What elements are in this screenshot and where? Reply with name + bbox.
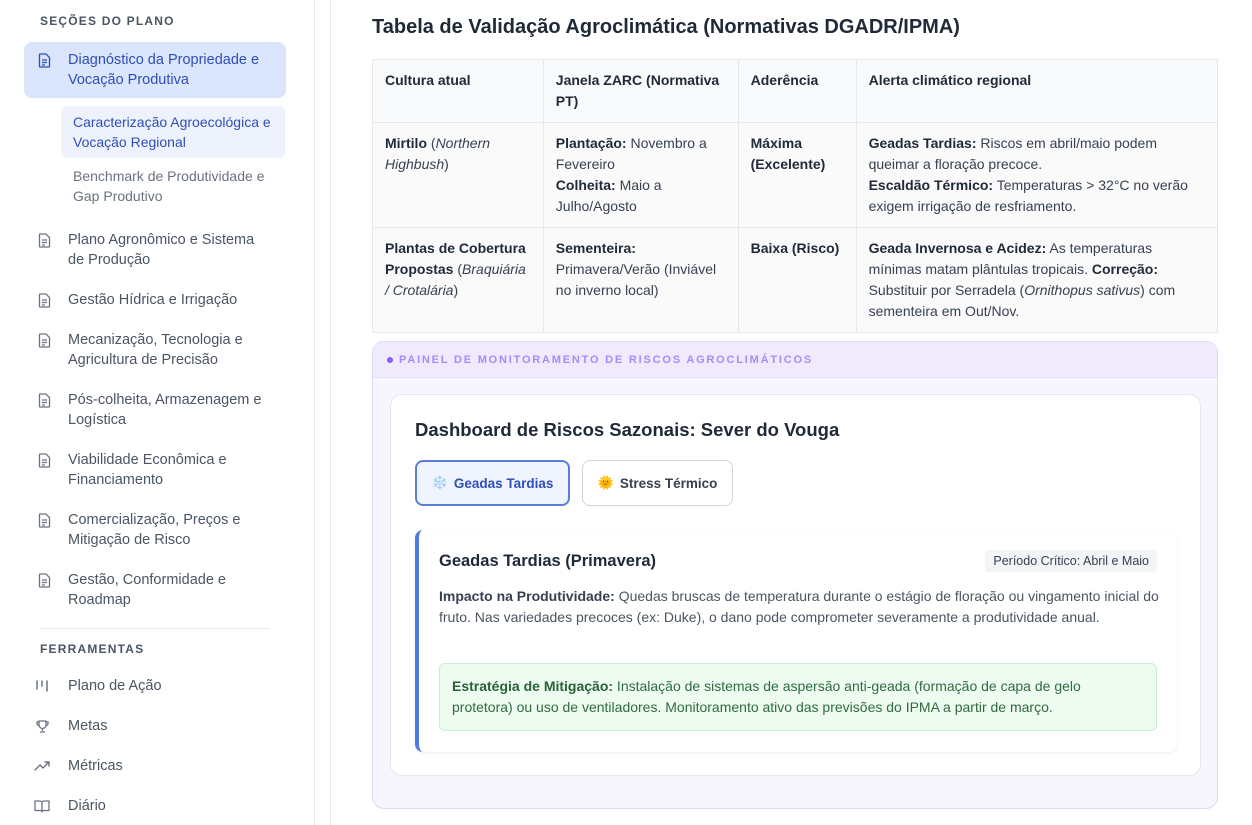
tool-metas[interactable]: Metas [34, 718, 108, 734]
document-icon [36, 510, 52, 530]
cell-cultura: Plantas de Cobertura Propostas (Braquiár… [372, 227, 544, 333]
panel-label: PAINEL DE MONITORAMENTO DE RISCOS AGROCL… [399, 354, 813, 366]
sidebar-item-gestao-hidrica[interactable]: Gestão Hídrica e Irrigação [24, 282, 286, 318]
sub-item-caracterizacao[interactable]: Caracterização Agroecológica e Vocação R… [61, 106, 285, 158]
mitigation-box: Estratégia de Mitigação: Instalação de s… [439, 663, 1157, 731]
sidebar-item-label: Comercialização, Preços e Mitigação de R… [68, 512, 241, 548]
tool-label: Métricas [68, 758, 123, 774]
cell-alerta: Geada Invernosa e Acidez: As temperatura… [855, 227, 1219, 333]
tab-geadas-tardias[interactable]: ❄️ Geadas Tardias [415, 460, 570, 506]
document-icon [36, 290, 52, 310]
document-icon [36, 450, 52, 470]
document-icon [36, 230, 52, 250]
header-aderencia: Aderência [737, 59, 857, 123]
document-icon [36, 330, 52, 350]
validation-table: Cultura atual Janela ZARC (Normativa PT)… [372, 59, 1219, 333]
dashboard-card: Dashboard de Riscos Sazonais: Sever do V… [390, 394, 1201, 776]
sidebar-item-label: Viabilidade Econômica e Financiamento [68, 452, 227, 488]
trophy-icon [34, 718, 50, 734]
sidebar-item-mecanizacao[interactable]: Mecanização, Tecnologia e Agricultura de… [24, 322, 286, 378]
kanban-icon [34, 678, 50, 694]
tool-metricas[interactable]: Métricas [34, 758, 123, 774]
sub-item-benchmark[interactable]: Benchmark de Produtividade e Gap Produti… [61, 160, 285, 212]
book-icon [34, 798, 50, 814]
header-cultura: Cultura atual [372, 59, 544, 123]
table-header-row: Cultura atual Janela ZARC (Normativa PT)… [372, 59, 1219, 123]
sidebar-item-comercializacao[interactable]: Comercialização, Preços e Mitigação de R… [24, 502, 286, 558]
snowflake-icon: ❄️ [431, 475, 448, 490]
risk-card: Geadas Tardias (Primavera) Período Críti… [415, 530, 1177, 752]
table-row: Plantas de Cobertura Propostas (Braquiár… [372, 227, 1219, 333]
sidebar-item-label: Mecanização, Tecnologia e Agricultura de… [68, 332, 243, 368]
tab-label: Stress Térmico [619, 475, 718, 491]
cell-alerta: Geadas Tardias: Riscos em abril/maio pod… [855, 122, 1219, 228]
cell-cultura: Mirtilo (Northern Highbush) [372, 122, 544, 228]
sidebar-item-gestao-conformidade[interactable]: Gestão, Conformidade e Roadmap [24, 562, 286, 618]
tool-label: Plano de Ação [68, 678, 162, 694]
cell-janela: Sementeira: Primavera/Verão (Inviável no… [542, 227, 739, 333]
sidebar-item-pos-colheita[interactable]: Pós-colheita, Armazenagem e Logística [24, 382, 286, 438]
tab-stress-termico[interactable]: 🌞 Stress Térmico [582, 460, 733, 506]
sidebar-item-label: Plano Agronômico e Sistema de Produção [68, 232, 255, 268]
sidebar-item-plano-agronomico[interactable]: Plano Agronômico e Sistema de Produção [24, 222, 286, 278]
risk-monitoring-panel: PAINEL DE MONITORAMENTO DE RISCOS AGROCL… [372, 341, 1218, 809]
sidebar-item-label: Diagnóstico da Propriedade e Vocação Pro… [68, 52, 260, 88]
divider [40, 628, 270, 629]
tool-diario[interactable]: Diário [34, 798, 106, 814]
panel-header: PAINEL DE MONITORAMENTO DE RISCOS AGROCL… [373, 342, 1217, 378]
dot-icon [387, 357, 393, 363]
sidebar-item-label: Pós-colheita, Armazenagem e Logística [68, 392, 262, 428]
tool-label: Metas [68, 718, 108, 734]
content-divider [330, 0, 331, 825]
impact-text: Impacto na Produtividade: Quedas bruscas… [439, 588, 1159, 625]
tab-label: Geadas Tardias [453, 475, 554, 491]
table-row: Mirtilo (Northern Highbush) Plantação: N… [372, 122, 1219, 228]
document-icon [36, 570, 52, 590]
document-icon [36, 50, 52, 70]
tool-plano-de-acao[interactable]: Plano de Ação [34, 678, 162, 694]
page-title: Tabela de Validação Agroclimática (Norma… [372, 16, 960, 38]
status-badge: Período Crítico: Abril e Maio [985, 550, 1157, 572]
tool-label: Diário [68, 798, 106, 814]
risk-title: Geadas Tardias (Primavera) [439, 552, 657, 570]
sidebar-item-viabilidade[interactable]: Viabilidade Econômica e Financiamento [24, 442, 286, 498]
cell-aderencia: Máxima (Excelente) [737, 122, 857, 228]
document-icon [36, 390, 52, 410]
tools-title: FERRAMENTAS [40, 642, 145, 656]
sidebar-item-label: Gestão, Conformidade e Roadmap [68, 572, 226, 608]
sidebar: SEÇÕES DO PLANO Diagnóstico da Proprieda… [0, 0, 315, 825]
cell-janela: Plantação: Novembro a Fevereiro Colheita:… [542, 122, 739, 228]
header-janela: Janela ZARC (Normativa PT) [542, 59, 739, 123]
trend-up-icon [34, 758, 50, 774]
sidebar-item-diagnostico[interactable]: Diagnóstico da Propriedade e Vocação Pro… [24, 42, 286, 98]
section-title: SEÇÕES DO PLANO [40, 14, 175, 28]
dashboard-title: Dashboard de Riscos Sazonais: Sever do V… [415, 419, 840, 440]
sun-icon: 🌞 [597, 475, 614, 490]
cell-aderencia: Baixa (Risco) [737, 227, 857, 333]
header-alerta: Alerta climático regional [855, 59, 1219, 123]
sidebar-item-label: Gestão Hídrica e Irrigação [68, 292, 238, 308]
